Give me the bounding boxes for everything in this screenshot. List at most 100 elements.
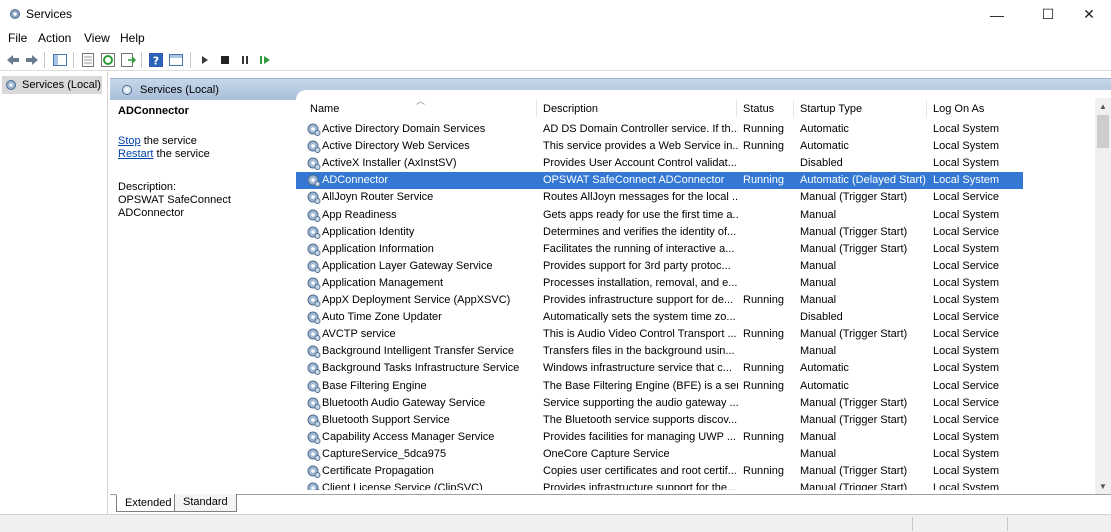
back-icon[interactable] xyxy=(5,52,21,68)
console-tree-icon[interactable] xyxy=(168,52,184,68)
service-description: This service provides a Web Service in..… xyxy=(543,140,738,153)
service-row[interactable]: Application Information Facilitates the r… xyxy=(296,241,1023,258)
main-pane: Services (Local) ADConnector Stop the se… xyxy=(110,78,1111,514)
stop-suffix: the service xyxy=(140,135,197,147)
service-gear-icon xyxy=(307,414,321,427)
service-status: Running xyxy=(743,328,784,341)
service-row[interactable]: Auto Time Zone Updater Automatically sets… xyxy=(296,309,1023,326)
service-log-on-as: Local System xyxy=(933,276,1000,289)
service-log-on-as: Local System xyxy=(933,242,1000,255)
service-row[interactable]: AppX Deployment Service (AppXSVC) Provide… xyxy=(296,292,1023,309)
service-row[interactable]: Bluetooth Support Service The Bluetooth s… xyxy=(296,412,1023,429)
column-header-status[interactable]: Status xyxy=(743,103,774,117)
service-gear-icon xyxy=(307,226,321,239)
service-log-on-as: Local Service xyxy=(933,311,1000,324)
menu-help[interactable]: Help xyxy=(120,31,145,45)
maximize-button[interactable]: ☐ xyxy=(1025,0,1071,29)
service-name: Application Layer Gateway Service xyxy=(322,259,493,272)
forward-icon[interactable] xyxy=(24,52,40,68)
scroll-up-icon[interactable]: ▲ xyxy=(1095,98,1111,114)
service-row[interactable]: ADConnector OPSWAT SafeConnect ADConnecto… xyxy=(296,172,1023,190)
service-row[interactable]: AllJoyn Router Service Routes AllJoyn mes… xyxy=(296,189,1023,206)
service-row[interactable]: Application Identity Determines and verif… xyxy=(296,224,1023,241)
service-row[interactable]: Bluetooth Audio Gateway Service Service s… xyxy=(296,395,1023,412)
menu-view[interactable]: View xyxy=(84,31,110,45)
properties-icon[interactable] xyxy=(80,52,96,68)
service-row[interactable]: CaptureService_5dca975 OneCore Capture Se… xyxy=(296,446,1023,463)
column-header-description[interactable]: Description xyxy=(543,103,598,117)
service-status: Running xyxy=(743,362,784,375)
vertical-scrollbar[interactable]: ▲ ▼ xyxy=(1095,98,1111,494)
minimize-button[interactable]: — xyxy=(974,0,1020,29)
service-name: App Readiness xyxy=(322,208,397,221)
service-description: Gets apps ready for use the first time a… xyxy=(543,208,738,221)
service-description: OPSWAT SafeConnect ADConnector xyxy=(543,174,725,187)
menu-action[interactable]: Action xyxy=(38,31,71,45)
tree-item-services-local[interactable]: Services (Local) xyxy=(2,76,102,94)
service-startup-type: Manual (Trigger Start) xyxy=(800,225,908,238)
menu-file[interactable]: File xyxy=(8,31,27,45)
scroll-down-icon[interactable]: ▼ xyxy=(1095,478,1111,494)
service-gear-icon xyxy=(307,482,320,490)
service-row[interactable]: App Readiness Gets apps ready for use the… xyxy=(296,207,1023,224)
restart-service-link[interactable]: Restart xyxy=(118,148,153,160)
service-row[interactable]: Client License Service (ClipSVC) Provides… xyxy=(296,480,1023,490)
service-row[interactable]: ActiveX Installer (AxInstSV) Provides Use… xyxy=(296,155,1023,172)
column-header-log-on-as[interactable]: Log On As xyxy=(933,103,984,117)
service-name: Bluetooth Support Service xyxy=(322,413,450,426)
refresh-icon[interactable] xyxy=(100,52,116,68)
service-gear-icon xyxy=(307,243,321,256)
service-status: Running xyxy=(743,465,784,477)
close-button[interactable]: ✕ xyxy=(1066,0,1111,29)
service-status: Running xyxy=(743,294,784,306)
service-log-on-as: Local System xyxy=(933,123,1000,135)
help-icon[interactable]: ? xyxy=(148,52,164,68)
service-row[interactable]: Application Management Processes installa… xyxy=(296,275,1023,292)
services-list: ︿ Name Description Status Startup Type L… xyxy=(296,100,1111,490)
service-log-on-as: Local System xyxy=(933,465,1000,477)
service-gear-icon xyxy=(307,294,321,307)
scroll-thumb[interactable] xyxy=(1097,115,1109,148)
service-gear-icon xyxy=(307,380,321,393)
service-row[interactable]: Background Tasks Infrastructure Service W… xyxy=(296,360,1023,377)
tab-standard[interactable]: Standard xyxy=(174,494,237,512)
service-row[interactable]: Background Intelligent Transfer Service T… xyxy=(296,343,1023,360)
service-row[interactable]: Capability Access Manager Service Provide… xyxy=(296,429,1023,446)
service-name: Background Intelligent Transfer Service xyxy=(322,345,514,358)
stop-service-link[interactable]: Stop xyxy=(118,135,141,147)
service-row[interactable]: Active Directory Web Services This servic… xyxy=(296,138,1023,155)
tab-extended[interactable]: Extended xyxy=(116,494,181,512)
service-name: Client License Service (ClipSVC) xyxy=(322,482,483,490)
service-gear-icon xyxy=(307,311,321,325)
service-startup-type: Disabled xyxy=(800,311,843,324)
resume-icon[interactable] xyxy=(257,52,273,68)
show-hide-tree-icon[interactable] xyxy=(52,52,68,68)
service-row[interactable]: Base Filtering Engine The Base Filtering … xyxy=(296,378,1023,395)
service-row[interactable]: Active Directory Domain Services AD DS Do… xyxy=(296,121,1023,138)
service-row[interactable]: Certificate Propagation Copies user certi… xyxy=(296,463,1023,480)
service-description: Routes AllJoyn messages for the local ..… xyxy=(543,191,738,204)
service-description: AD DS Domain Controller service. If th..… xyxy=(543,123,738,135)
service-status: Running xyxy=(743,123,784,135)
status-bar xyxy=(0,514,1111,532)
service-gear-icon xyxy=(307,448,321,461)
export-list-icon[interactable] xyxy=(120,52,136,68)
service-log-on-as: Local System xyxy=(933,482,1000,490)
column-header-name[interactable]: Name xyxy=(310,103,339,117)
service-startup-type: Manual (Trigger Start) xyxy=(800,482,908,490)
service-gear-icon xyxy=(307,209,321,222)
service-log-on-as: Local System xyxy=(933,140,1000,153)
start-icon[interactable] xyxy=(197,52,213,68)
service-row[interactable]: Application Layer Gateway Service Provide… xyxy=(296,258,1023,275)
service-startup-type: Manual xyxy=(800,345,837,358)
service-startup-type: Automatic xyxy=(800,140,849,153)
service-row[interactable]: AVCTP service This is Audio Video Control… xyxy=(296,326,1023,343)
service-gear-icon xyxy=(307,260,321,273)
stop-icon[interactable] xyxy=(217,52,233,68)
menu-bar: File Action View Help xyxy=(0,29,1111,48)
pause-icon[interactable] xyxy=(237,52,253,68)
service-name: Application Management xyxy=(322,276,444,289)
list-header: ︿ Name Description Status Startup Type L… xyxy=(296,100,1086,117)
service-description: Facilitates the running of interactive a… xyxy=(543,242,735,255)
column-header-startup-type[interactable]: Startup Type xyxy=(800,103,862,117)
